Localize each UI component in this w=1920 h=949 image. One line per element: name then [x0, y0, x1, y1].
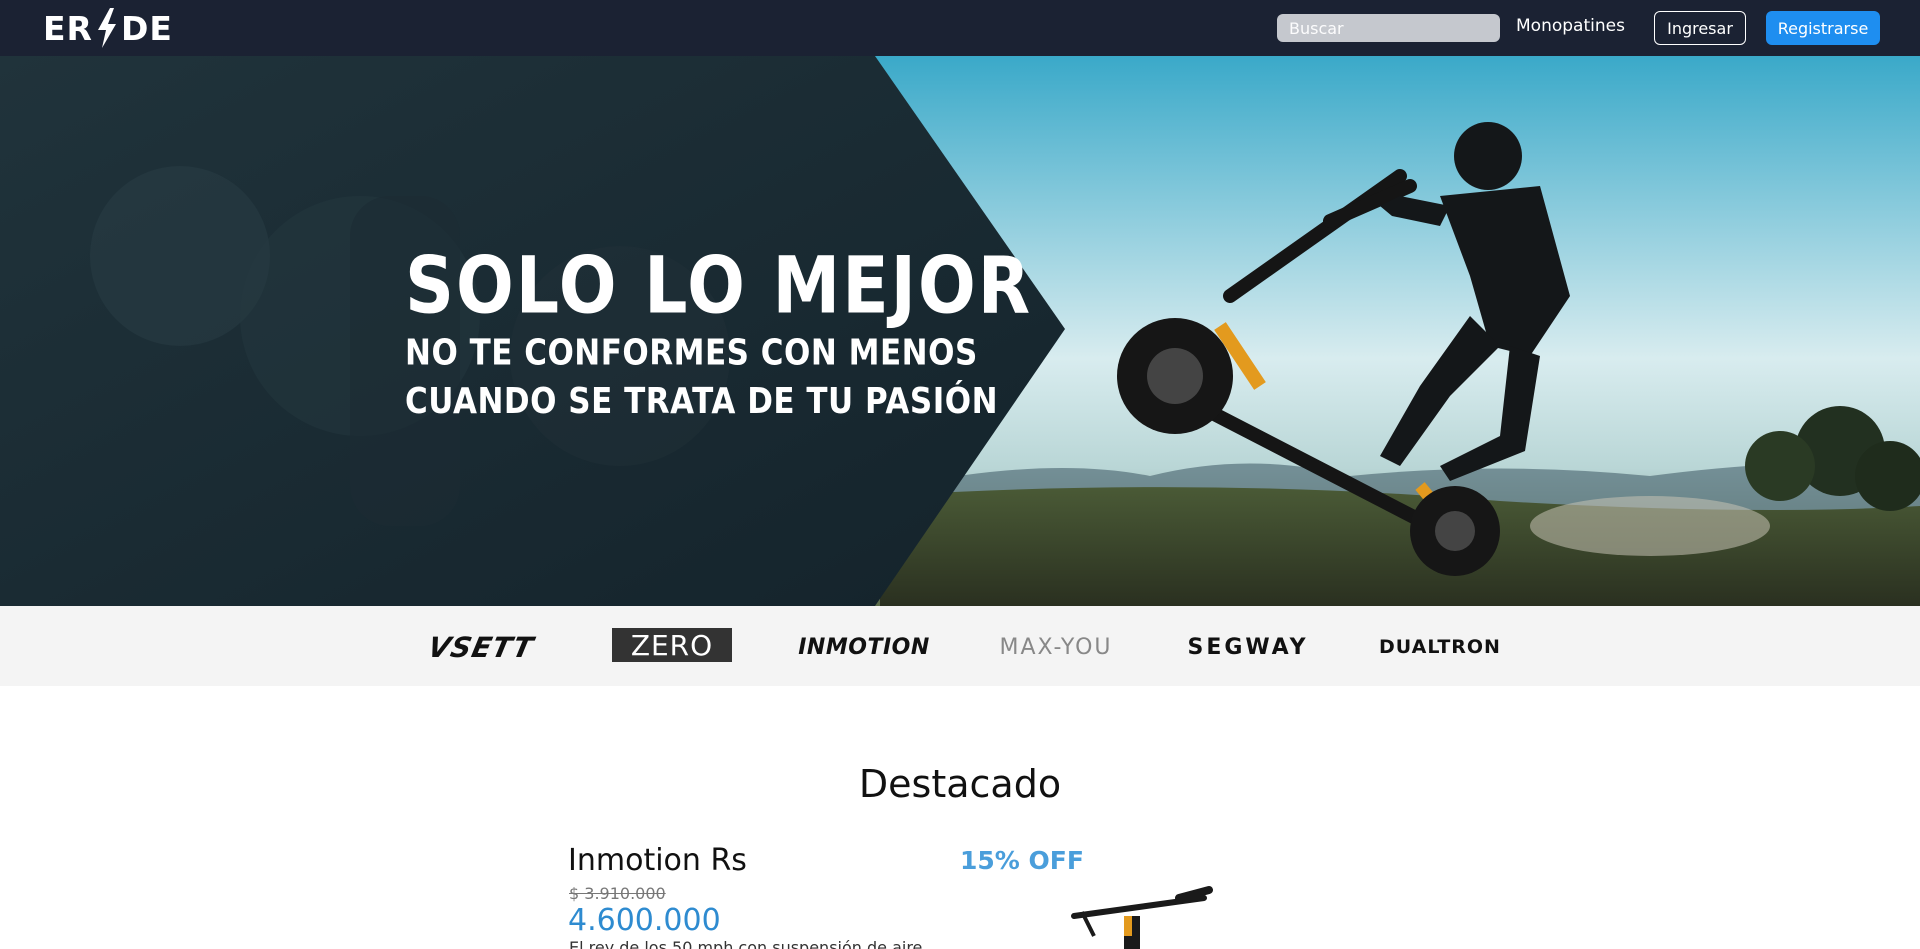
product-image: [1071, 886, 1213, 949]
brand-logo-vsett[interactable]: VSETT: [412, 630, 550, 664]
register-button[interactable]: Registrarse: [1766, 11, 1880, 45]
hero-subtitle-2: CUANDO SE TRATA DE TU PASIÓN: [405, 380, 999, 422]
brand-label: DUALTRON: [1379, 636, 1501, 658]
product-description: El rey de los 50 mph con suspensión de a…: [569, 938, 923, 949]
bolt-icon: [97, 8, 116, 48]
hero-banner: SOLO LO MEJOR NO TE CONFORMES CON MENOS …: [0, 56, 1920, 606]
brand-logo-segway[interactable]: SEGWAY: [1180, 632, 1316, 662]
brand-logo-maxyou[interactable]: MAX-YOU: [986, 632, 1126, 662]
hero-text: SOLO LO MEJOR NO TE CONFORMES CON MENOS …: [405, 241, 1033, 425]
discount-badge: 15% OFF: [960, 846, 1084, 875]
section-title-featured: Destacado: [858, 762, 1062, 806]
brand-logo-zero[interactable]: ZERO: [612, 628, 732, 662]
brand-logo-inmotion[interactable]: INMOTION: [795, 632, 933, 662]
login-button[interactable]: Ingresar: [1654, 11, 1746, 45]
product-old-price: $ 3.910.000: [569, 884, 666, 903]
hero-subtitle-1: NO TE CONFORMES CON MENOS: [405, 332, 978, 374]
navbar: ER DE Monopatines Ingresar Registrarse: [0, 0, 1920, 56]
brand-label: SEGWAY: [1187, 634, 1309, 660]
logo-text-right: DE: [120, 8, 173, 48]
brands-strip: VSETT ZERO INMOTION MAX-YOU SEGWAY DUALT…: [0, 606, 1920, 686]
nav-link-monopatines[interactable]: Monopatines: [1516, 16, 1625, 36]
logo-text-left: ER: [43, 8, 93, 48]
product-name: Inmotion Rs: [568, 843, 747, 878]
search-input[interactable]: [1277, 14, 1500, 42]
hero-title: SOLO LO MEJOR: [405, 241, 1033, 333]
product-price: 4.600.000: [568, 903, 721, 938]
brand-label: VSETT: [425, 630, 537, 664]
brand-label: MAX-YOU: [999, 634, 1113, 660]
brand-label: INMOTION: [798, 634, 930, 660]
brand-label: ZERO: [630, 628, 714, 662]
logo[interactable]: ER DE: [43, 8, 173, 48]
brand-logo-dualtron[interactable]: DUALTRON: [1372, 632, 1508, 662]
